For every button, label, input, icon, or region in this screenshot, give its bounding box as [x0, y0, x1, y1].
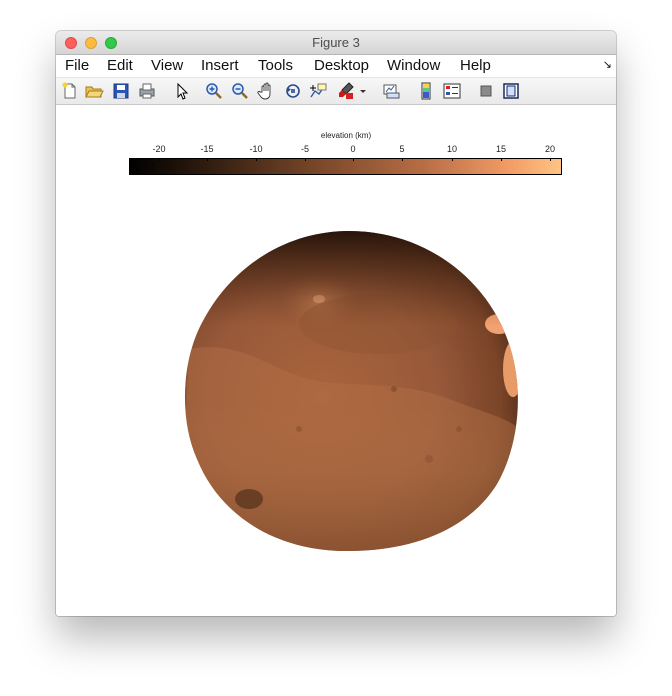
hide-plot-tools-icon[interactable] [476, 81, 496, 101]
insert-colorbar-icon[interactable] [416, 81, 436, 101]
mars-globe[interactable] [179, 229, 519, 553]
open-file-icon[interactable] [84, 81, 104, 101]
colorbar-tickmark [207, 158, 208, 161]
colorbar-tick: 10 [446, 144, 457, 154]
figure-window: Figure 3 File Edit View Insert Tools Des… [56, 31, 616, 616]
menu-insert[interactable]: Insert [199, 56, 241, 76]
brush-icon[interactable] [335, 81, 355, 101]
menu-window[interactable]: Window [385, 56, 442, 76]
colorbar-tick: -20 [152, 144, 166, 154]
colorbar[interactable] [129, 158, 562, 175]
colorbar-tick: 20 [544, 144, 555, 154]
colorbar-tick: -10 [249, 144, 263, 154]
colorbar-tickmark [159, 158, 160, 161]
data-cursor-icon[interactable] [309, 81, 329, 101]
menu-bar: File Edit View Insert Tools Desktop Wind… [56, 55, 616, 78]
menu-view[interactable]: View [149, 56, 185, 76]
colorbar-tick: 5 [399, 144, 405, 154]
colorbar-tickmark [501, 158, 502, 161]
colorbar-tick: 0 [350, 144, 356, 154]
title-bar[interactable]: Figure 3 [56, 31, 616, 55]
colorbar-label: elevation (km) [320, 131, 372, 140]
zoom-out-icon[interactable] [230, 81, 250, 101]
colorbar-tick: -15 [200, 144, 214, 154]
menu-edit[interactable]: Edit [105, 56, 135, 76]
show-plot-tools-icon[interactable] [501, 81, 521, 101]
menu-file[interactable]: File [63, 56, 91, 76]
figure-canvas[interactable]: elevation (km) -20 -15 -10 -5 0 5 10 15 … [56, 105, 616, 616]
dock-arrow-icon[interactable]: ↘ [603, 58, 612, 71]
rotate-3d-icon[interactable] [283, 81, 303, 101]
link-plot-icon[interactable] [381, 81, 401, 101]
colorbar-tick: -5 [300, 144, 309, 154]
colorbar-tickmark [256, 158, 257, 161]
save-icon[interactable] [111, 81, 131, 101]
colorbar-tickmark [402, 158, 403, 161]
window-title: Figure 3 [312, 35, 360, 50]
insert-legend-icon[interactable] [442, 81, 462, 101]
new-figure-icon[interactable] [60, 81, 80, 101]
print-icon[interactable] [137, 81, 157, 101]
menu-tools[interactable]: Tools [256, 56, 295, 76]
pointer-icon[interactable] [172, 81, 192, 101]
colorbar-tickmark [550, 158, 551, 161]
menu-desktop[interactable]: Desktop [312, 56, 371, 76]
colorbar-tick: 15 [495, 144, 506, 154]
figure-toolbar [56, 78, 616, 105]
colorbar-tickmark [305, 158, 306, 161]
zoom-in-icon[interactable] [204, 81, 224, 101]
menu-help[interactable]: Help [458, 56, 493, 76]
colorbar-tickmark [452, 158, 453, 161]
colorbar-tickmark [353, 158, 354, 161]
pan-hand-icon[interactable] [257, 81, 277, 101]
dropdown-arrow-icon[interactable] [357, 81, 369, 101]
